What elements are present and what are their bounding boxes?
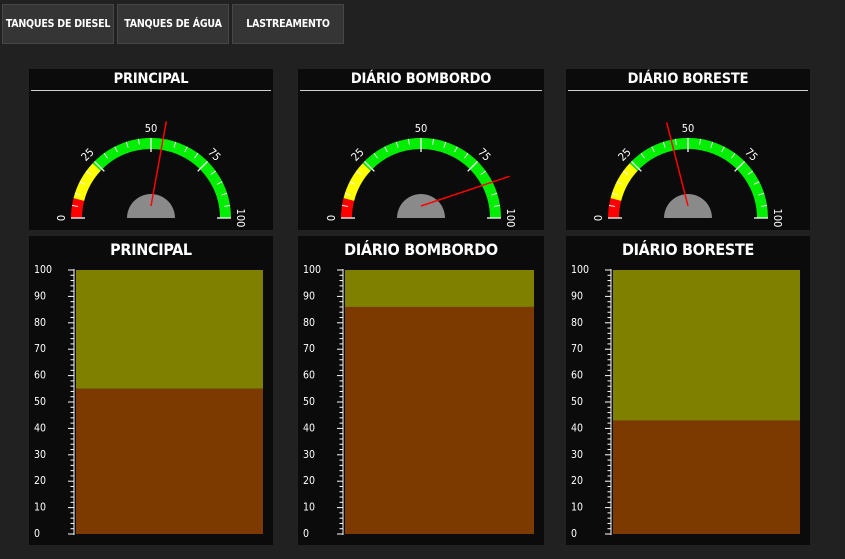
tank-gauge: 0 25 50 75 100 (325, 122, 517, 228)
level-tick-label: 50 (34, 396, 46, 408)
gauge-tick-label: 25 (79, 146, 97, 164)
gauge-red-zone (608, 198, 622, 219)
gauge-title-divider (300, 90, 542, 91)
level-tick-label: 100 (303, 264, 321, 276)
gauge-title-divider (568, 90, 808, 91)
level-tick-label: 70 (571, 343, 583, 355)
gauge-tick-label: 25 (616, 146, 634, 164)
level-tick-label: 20 (571, 475, 583, 487)
tank-gauge: 0 25 50 75 100 (55, 121, 247, 228)
gauge-panel-diario-boreste: DIÁRIO BORESTE 0 25 50 75 100 (566, 69, 810, 230)
tank-liquid-level (345, 306, 534, 534)
tank-level: 0 10 20 30 40 50 60 70 80 90 100 (571, 264, 800, 540)
level-panel-principal: 0 10 20 30 40 50 60 70 80 90 100 PRINCIPAL (29, 236, 273, 545)
level-tick-label: 80 (571, 317, 583, 329)
gauge-title-divider (31, 90, 271, 91)
gauge-tick-label: 50 (682, 122, 695, 135)
level-tick-label: 70 (34, 343, 46, 355)
gauge-red-zone (341, 198, 355, 219)
tank-liquid-level (76, 388, 263, 534)
level-tick-label: 40 (571, 422, 583, 434)
level-tick-label: 0 (303, 528, 309, 540)
gauge-tick-label: 50 (415, 122, 428, 135)
level-tick-label: 20 (303, 475, 315, 487)
level-tick-label: 20 (34, 475, 46, 487)
level-tick-label: 60 (34, 370, 46, 382)
tank-empty-space (76, 270, 263, 389)
level-title: DIÁRIO BOMBORDO (344, 240, 498, 259)
gauge-panel-principal: PRINCIPAL 0 25 50 75 100 (29, 69, 273, 230)
level-tick-label: 10 (34, 502, 46, 514)
tab-ballast[interactable]: LASTREAMENTO (232, 4, 344, 44)
level-tick-label: 90 (303, 290, 315, 302)
tank-empty-space (345, 270, 534, 307)
level-tick-label: 40 (303, 422, 315, 434)
tab-diesel-tanks[interactable]: TANQUES DE DIESEL (2, 4, 114, 44)
level-tick-label: 50 (303, 396, 315, 408)
level-tick-label: 10 (571, 502, 583, 514)
level-tick-label: 80 (303, 317, 315, 329)
gauge-panel-diario-bombordo: DIÁRIO BOMBORDO 0 25 50 75 100 (298, 69, 544, 230)
level-tick-label: 30 (34, 449, 46, 461)
tank-level: 0 10 20 30 40 50 60 70 80 90 100 (34, 264, 263, 540)
gauge-tick-label: 75 (475, 146, 493, 164)
tab-water-tanks[interactable]: TANQUES DE ÁGUA (117, 4, 229, 44)
level-tick-label: 0 (571, 528, 577, 540)
gauge-tick-label: 0 (325, 215, 338, 221)
level-tick-label: 30 (571, 449, 583, 461)
level-tick-label: 60 (571, 370, 583, 382)
level-tick-label: 70 (303, 343, 315, 355)
gauge-tick-label: 0 (55, 215, 68, 221)
level-tick-label: 10 (303, 502, 315, 514)
level-tick-label: 100 (34, 264, 52, 276)
level-tick-label: 60 (303, 370, 315, 382)
gauge-tick-label: 100 (234, 209, 247, 228)
tank-gauge: 0 25 50 75 100 (592, 122, 784, 228)
level-tick-label: 50 (571, 396, 583, 408)
gauge-tick-label: 75 (205, 146, 223, 164)
level-tick-label: 0 (34, 528, 40, 540)
tank-level: 0 10 20 30 40 50 60 70 80 90 100 (303, 264, 534, 540)
level-panel-diario-bombordo: 0 10 20 30 40 50 60 70 80 90 100 DIÁRIO BOMBORDO (298, 236, 544, 545)
level-title: DIÁRIO BORESTE (621, 240, 755, 259)
level-tick-label: 80 (34, 317, 46, 329)
gauge-tick-label: 0 (592, 215, 605, 221)
gauge-tick-label: 50 (145, 122, 158, 135)
level-tick-label: 40 (34, 422, 46, 434)
gauge-red-zone (71, 198, 85, 219)
level-tick-label: 100 (571, 264, 589, 276)
gauge-title: DIÁRIO BOMBORDO (350, 71, 492, 87)
level-panel-diario-boreste: 0 10 20 30 40 50 60 70 80 90 100 DIÁRIO BORESTE (566, 236, 810, 545)
gauge-tick-label: 100 (504, 209, 517, 228)
tank-liquid-level (613, 420, 800, 534)
level-title: PRINCIPAL (110, 240, 192, 259)
gauge-title: PRINCIPAL (113, 71, 189, 87)
gauge-tick-label: 100 (771, 209, 784, 228)
level-tick-label: 90 (34, 290, 46, 302)
tank-empty-space (613, 270, 800, 421)
gauge-tick-label: 75 (742, 146, 760, 164)
gauge-tick-label: 25 (349, 146, 367, 164)
gauge-title: DIÁRIO BORESTE (627, 71, 749, 87)
level-tick-label: 90 (571, 290, 583, 302)
level-tick-label: 30 (303, 449, 315, 461)
